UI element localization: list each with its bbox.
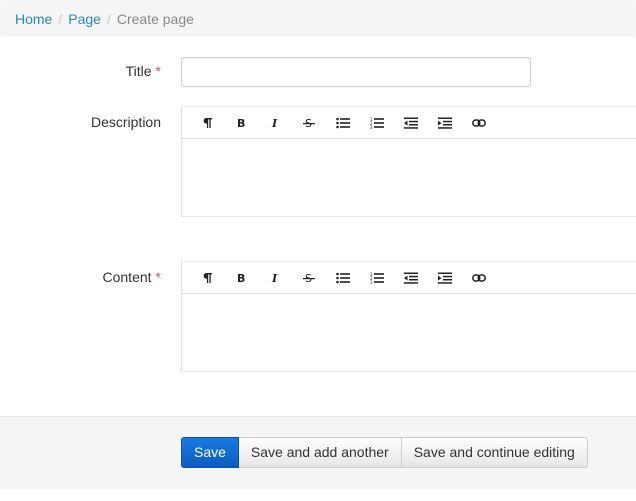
outdent-icon [404,117,418,129]
strikethrough-icon: S [303,117,315,129]
svg-text:3: 3 [370,125,373,129]
required-marker: * [155,269,161,285]
save-and-continue-editing-button[interactable]: Save and continue editing [401,437,588,468]
content-editor: B I S 123 [181,261,636,372]
svg-text:I: I [271,117,278,129]
svg-text:B: B [237,272,245,284]
link-button[interactable] [462,109,496,137]
title-input[interactable] [181,57,531,87]
content-label-text: Content [102,269,152,285]
save-button[interactable]: Save [181,437,239,468]
link-icon [472,272,486,284]
form-actions: Save Save and add another Save and conti… [0,416,636,489]
link-button[interactable] [462,264,496,292]
breadcrumb-current: Create page [116,10,194,27]
numbered-list-icon: 123 [370,272,384,284]
indent-button[interactable] [428,264,462,292]
link-icon [472,117,486,129]
indent-icon [438,117,452,129]
svg-text:I: I [271,272,278,284]
content-edit-area[interactable] [182,294,636,372]
bold-icon: B [235,272,247,284]
svg-text:B: B [237,117,245,129]
italic-icon: I [269,117,281,129]
required-marker: * [155,63,161,79]
indent-button[interactable] [428,109,462,137]
breadcrumb-separator: / [106,10,111,27]
numbered-list-icon: 123 [370,117,384,129]
breadcrumb-home-link[interactable]: Home [15,11,52,27]
bulleted-list-button[interactable] [326,109,360,137]
svg-text:3: 3 [370,280,373,284]
title-label-text: Title [125,63,152,79]
outdent-icon [404,272,418,284]
bold-button[interactable]: B [224,109,258,137]
outdent-button[interactable] [394,109,428,137]
content-toolbar: B I S 123 [182,262,636,294]
description-editor: B I S 123 [181,106,636,217]
italic-button[interactable]: I [258,264,292,292]
italic-button[interactable]: I [258,109,292,137]
breadcrumb-separator: / [58,10,63,27]
bulleted-list-icon [336,272,350,284]
action-button-group: Save Save and add another Save and conti… [181,437,588,468]
bulleted-list-button[interactable] [326,264,360,292]
indent-icon [438,272,452,284]
numbered-list-button[interactable]: 123 [360,264,394,292]
breadcrumb: Home / Page / Create page [0,0,636,37]
save-and-add-another-button[interactable]: Save and add another [238,437,402,468]
description-edit-area[interactable] [182,139,636,217]
numbered-list-button[interactable]: 123 [360,109,394,137]
strikethrough-icon: S [303,272,315,284]
title-label: Title * [126,63,161,79]
paragraph-button[interactable] [190,109,224,137]
paragraph-icon [201,272,213,284]
paragraph-icon [201,117,213,129]
breadcrumb-page-link[interactable]: Page [68,11,101,27]
italic-icon: I [269,272,281,284]
content-label: Content * [103,269,162,285]
strikethrough-button[interactable]: S [292,264,326,292]
bulleted-list-icon [336,117,350,129]
description-label: Description [91,114,161,130]
strikethrough-button[interactable]: S [292,109,326,137]
description-label-text: Description [90,114,161,130]
outdent-button[interactable] [394,264,428,292]
bold-icon: B [235,117,247,129]
bold-button[interactable]: B [224,264,258,292]
description-toolbar: B I S 123 [182,107,636,139]
paragraph-button[interactable] [190,264,224,292]
